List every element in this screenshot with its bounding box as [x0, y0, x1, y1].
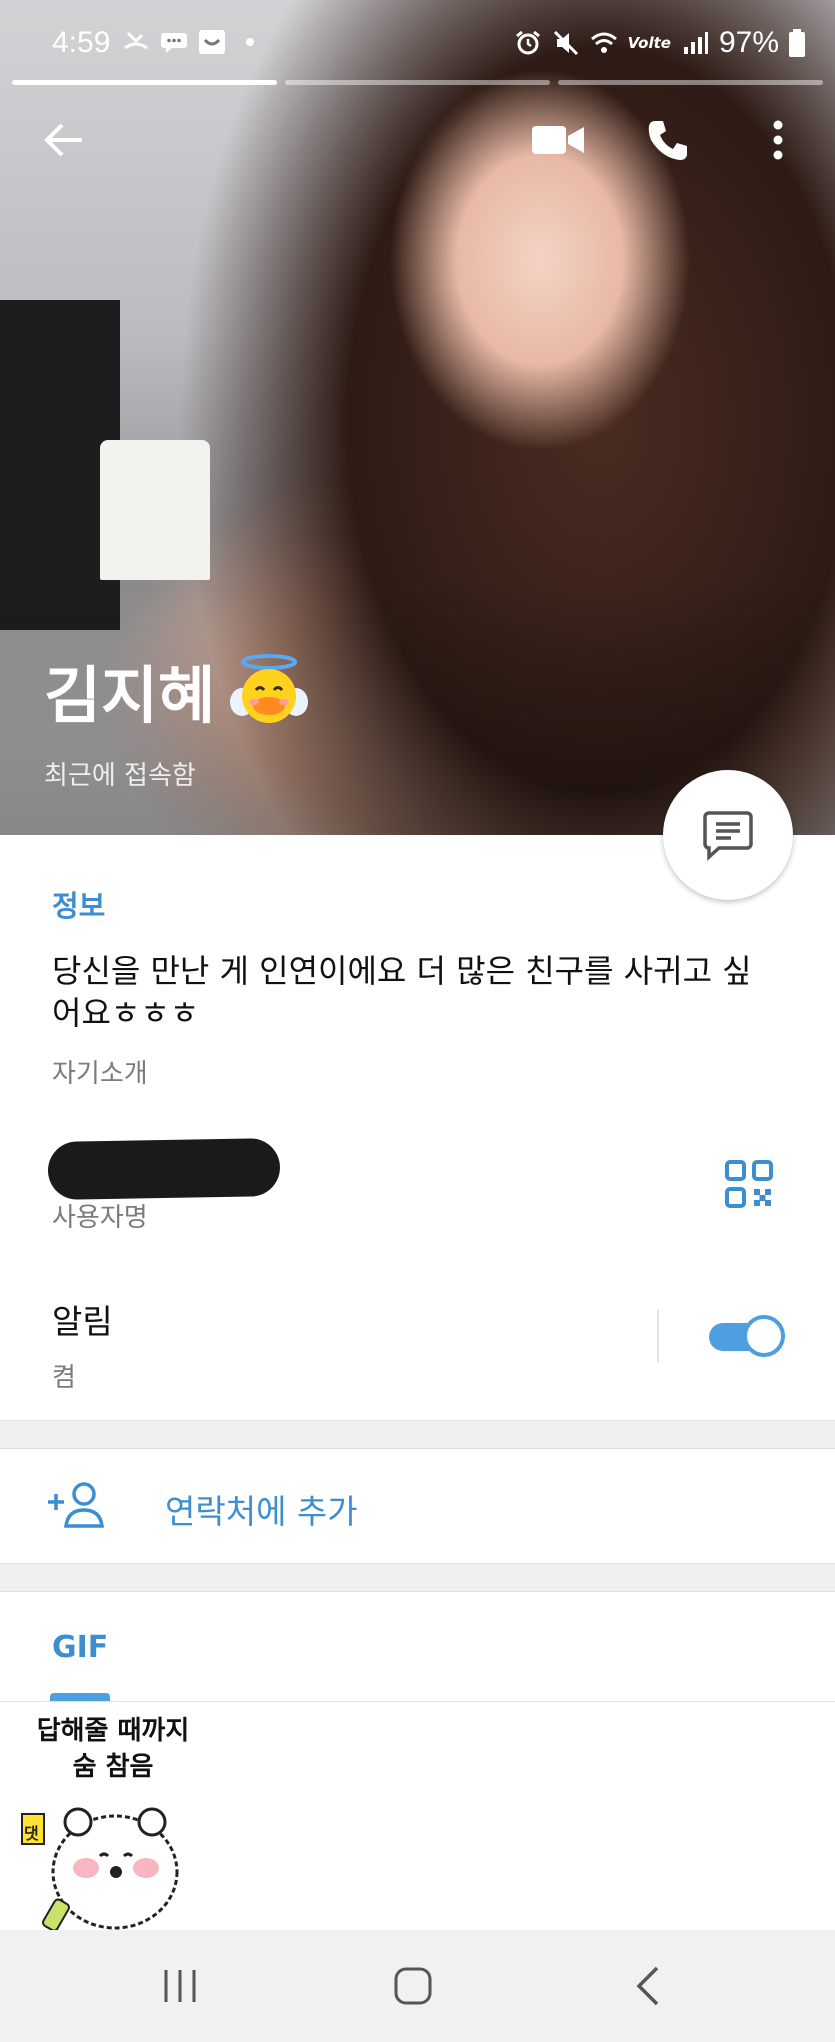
alarm-icon — [515, 30, 540, 55]
home-icon — [394, 1967, 432, 2005]
more-notifications-dot-icon — [246, 38, 254, 46]
more-options-button[interactable] — [748, 105, 808, 175]
bear-sticker-icon — [21, 1807, 179, 1930]
info-section-title: 정보 — [52, 889, 106, 923]
photo-progress-segment — [558, 80, 823, 85]
system-icons: Volte 97% — [514, 26, 805, 60]
profile-header: 김지혜 최근에 접속함 — [44, 645, 309, 792]
bio-caption: 자기소개 — [52, 1059, 148, 1089]
message-icon — [703, 811, 753, 861]
qr-code-icon[interactable] — [725, 1160, 773, 1208]
photo-progress-segment — [285, 80, 550, 85]
chat-bubble-icon — [161, 33, 187, 53]
video-camera-icon — [532, 126, 584, 154]
add-to-contacts-button[interactable]: 연락처에 추가 — [0, 1449, 835, 1563]
profile-name-row: 김지혜 — [44, 645, 309, 735]
app-notification-icon — [199, 30, 225, 54]
tab-gif[interactable]: GIF — [52, 1630, 108, 1665]
gif-thumbnail[interactable]: 답해줄 때까지 숨 참음 댓 — [0, 1702, 226, 1930]
chevron-left-icon — [636, 1966, 659, 2006]
info-section: 정보 당신을 만난 게 인연이에요 더 많은 친구를 사귀고 싶어요ㅎㅎㅎ 자기… — [0, 835, 835, 1420]
wifi-icon — [590, 32, 617, 53]
more-vertical-icon — [773, 120, 783, 160]
username-caption: 사용자명 — [52, 1203, 148, 1233]
add-to-contacts-label: 연락처에 추가 — [165, 1492, 358, 1531]
system-navigation-bar — [0, 1930, 835, 2042]
missed-call-icon — [124, 31, 148, 50]
notification-icons — [122, 28, 264, 56]
profile-action-bar — [0, 105, 835, 175]
back-nav-button[interactable] — [618, 1958, 678, 2014]
notifications-toggle[interactable] — [705, 1315, 785, 1357]
last-seen-status: 최근에 접속함 — [44, 761, 196, 791]
send-message-button[interactable] — [663, 770, 793, 900]
voice-call-button[interactable] — [638, 105, 698, 175]
shared-media-section: GIF 답해줄 때까지 숨 참음 댓 — [0, 1592, 835, 1952]
notifications-divider — [657, 1310, 659, 1362]
phone-icon — [648, 121, 687, 160]
photo-progress-segment — [12, 80, 277, 85]
photo-background-lamp — [100, 440, 210, 580]
gif-caption-line1: 답해줄 때까지 — [36, 1716, 190, 1746]
signal-icon — [683, 32, 708, 54]
profile-name: 김지혜 — [44, 659, 216, 732]
arrow-left-icon — [44, 123, 82, 157]
tab-active-indicator — [50, 1693, 110, 1701]
emoji-status-icon[interactable] — [229, 650, 309, 730]
gif-caption-line2: 숨 참음 — [72, 1752, 154, 1782]
bio-text[interactable]: 당신을 만난 게 인연이에요 더 많은 친구를 사귀고 싶어요ㅎㅎㅎ — [52, 950, 772, 1034]
notifications-label[interactable]: 알림 — [52, 1295, 113, 1343]
gif-badge-text: 댓 — [24, 1824, 39, 1843]
notifications-value: 켬 — [52, 1363, 76, 1393]
status-time: 4:59 — [52, 26, 111, 59]
video-call-button[interactable] — [528, 105, 588, 175]
mute-icon — [553, 30, 578, 56]
section-divider — [0, 1420, 835, 1449]
username-redacted[interactable] — [47, 1137, 281, 1201]
battery-icon — [789, 29, 805, 57]
home-button[interactable] — [383, 1958, 443, 2014]
add-person-icon — [48, 1482, 104, 1528]
section-divider — [0, 1563, 835, 1592]
volte-label: Volte — [627, 34, 671, 52]
battery-percentage: 97% — [718, 26, 779, 59]
toggle-knob — [743, 1315, 785, 1357]
back-button[interactable] — [34, 105, 94, 175]
recent-apps-button[interactable] — [150, 1958, 210, 2014]
status-bar: 4:59 Volte 97% — [0, 20, 835, 70]
photo-progress-indicator — [12, 80, 823, 85]
recent-apps-icon — [164, 1970, 196, 2002]
